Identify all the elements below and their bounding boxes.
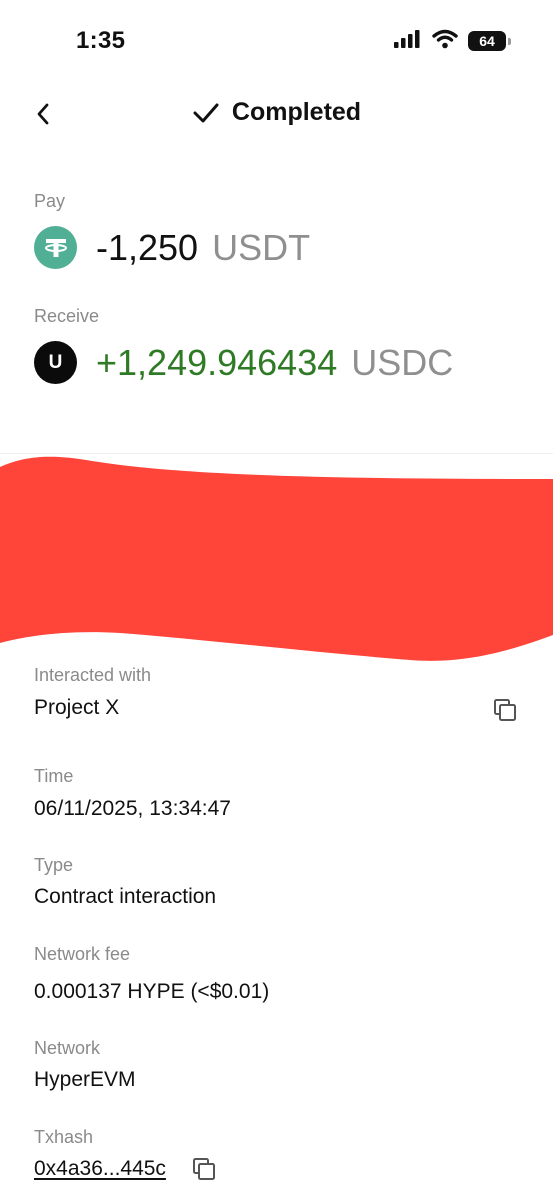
receive-label: Receive	[34, 306, 100, 326]
copy-icon[interactable]	[192, 1157, 216, 1181]
receive-amount-unit: USDC	[351, 341, 454, 383]
status-time: 1:35	[76, 27, 126, 54]
status-icons: 64	[394, 29, 511, 54]
wifi-icon	[432, 29, 458, 54]
page-title: Completed	[231, 98, 362, 126]
battery-level: 64	[479, 33, 495, 49]
redaction-overlay	[0, 456, 553, 661]
transaction-detail-screen: 1:35 64 Completed Pay -1,250 USDT Receiv…	[0, 0, 553, 1200]
cellular-signal-icon	[394, 29, 422, 53]
receive-amount-row: U +1,249.946434 USDC	[34, 341, 453, 384]
pay-amount: -1,250 USDT	[96, 227, 310, 269]
network-label: Network	[34, 1038, 101, 1058]
network-fee-label: Network fee	[34, 944, 131, 964]
pay-amount-value: -1,250	[96, 226, 199, 268]
type-value: Contract interaction	[34, 885, 217, 908]
time-value: 06/11/2025, 13:34:47	[34, 797, 231, 820]
tether-icon	[34, 226, 77, 269]
type-label: Type	[34, 855, 74, 875]
network-fee-value: 0.000137 HYPE (<$0.01)	[34, 980, 270, 1003]
interacted-label: Interacted with	[34, 665, 152, 685]
copy-icon[interactable]	[493, 698, 517, 722]
pay-amount-unit: USDT	[212, 226, 311, 268]
interacted-value: Project X	[34, 696, 120, 719]
checkmark-icon	[193, 103, 219, 122]
usdc-token-icon: U	[34, 341, 77, 384]
usdc-icon-letter: U	[48, 351, 63, 373]
time-label: Time	[34, 766, 74, 786]
receive-amount-value: +1,249.946434	[96, 341, 338, 383]
receive-amount: +1,249.946434 USDC	[96, 342, 453, 384]
txhash-label: Txhash	[34, 1127, 94, 1147]
pay-amount-row: -1,250 USDT	[34, 226, 310, 269]
network-value: HyperEVM	[34, 1068, 136, 1091]
pay-label: Pay	[34, 191, 66, 211]
battery-icon: 64	[468, 31, 511, 51]
txhash-link[interactable]: 0x4a36...445c	[34, 1157, 166, 1181]
header-title-group: Completed	[0, 98, 553, 127]
section-divider	[0, 453, 553, 454]
